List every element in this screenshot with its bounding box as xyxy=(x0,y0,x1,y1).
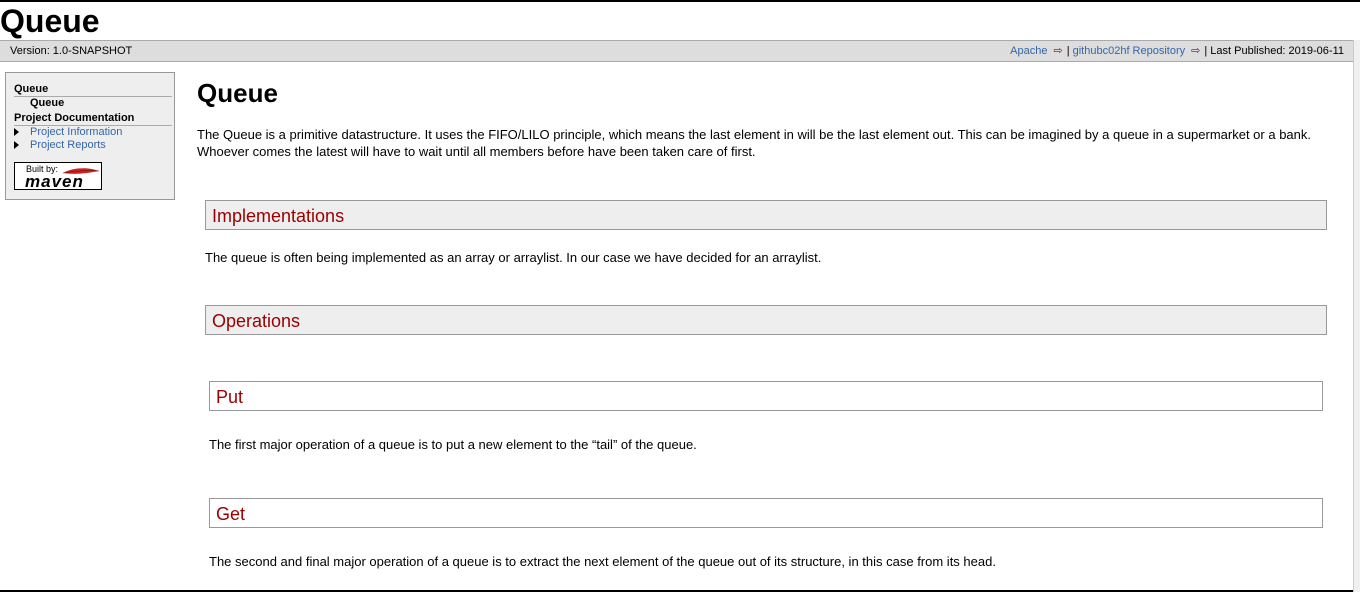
vertical-scrollbar[interactable] xyxy=(1353,40,1360,592)
breadcrumb-separator: | xyxy=(1066,45,1070,57)
nav-item-project-reports[interactable]: Project Reports xyxy=(14,139,106,151)
external-link-icon: ⇨ xyxy=(1053,45,1063,57)
nav-group-project-documentation: Project Documentation xyxy=(14,112,172,126)
apache-link[interactable]: Apache xyxy=(1010,45,1047,57)
nav-item-project-information[interactable]: Project Information xyxy=(14,126,122,138)
external-link-icon: ⇨ xyxy=(1191,45,1201,57)
repository-link[interactable]: githubc02hf Repository xyxy=(1073,45,1186,57)
nav-item-queue-current: Queue xyxy=(30,97,65,109)
nav-link-project-information[interactable]: Project Information xyxy=(30,126,122,138)
banner-title: Queue xyxy=(0,3,100,39)
built-by-maven-badge[interactable]: Built by: maven xyxy=(14,162,102,191)
last-published: | Last Published: 2019-06-11 xyxy=(1204,45,1344,57)
breadcrumb-links: Apache ⇨ | githubc02hf Repository ⇨ | Last P… xyxy=(1010,41,1344,61)
banner: Queue xyxy=(0,2,1360,40)
intro-text: The Queue is a primitive datastructure. … xyxy=(197,127,1311,159)
maven-logo: maven xyxy=(25,172,84,191)
subsection-header-get: Get xyxy=(209,498,1323,528)
put-text: The first major operation of a queue is … xyxy=(209,437,697,452)
breadcrumb-bar: Version: 1.0-SNAPSHOT Apache ⇨ | githubc02… xyxy=(0,40,1354,62)
implementations-text: The queue is often being implemented as … xyxy=(205,250,822,265)
nav-group-queue: Queue xyxy=(14,83,172,97)
sidebar-nav: Queue Queue Project Documentation Projec… xyxy=(5,72,175,200)
section-header-operations: Operations xyxy=(205,305,1327,335)
section-header-implementations: Implementations xyxy=(205,200,1327,230)
nav-link-project-reports[interactable]: Project Reports xyxy=(30,139,106,151)
subsection-header-put: Put xyxy=(209,381,1323,411)
triangle-right-icon xyxy=(14,141,19,150)
get-text: The second and final major operation of … xyxy=(209,554,996,569)
version-label: Version: 1.0-SNAPSHOT xyxy=(10,45,133,57)
triangle-right-icon xyxy=(14,128,19,137)
page-title: Queue xyxy=(197,78,278,108)
